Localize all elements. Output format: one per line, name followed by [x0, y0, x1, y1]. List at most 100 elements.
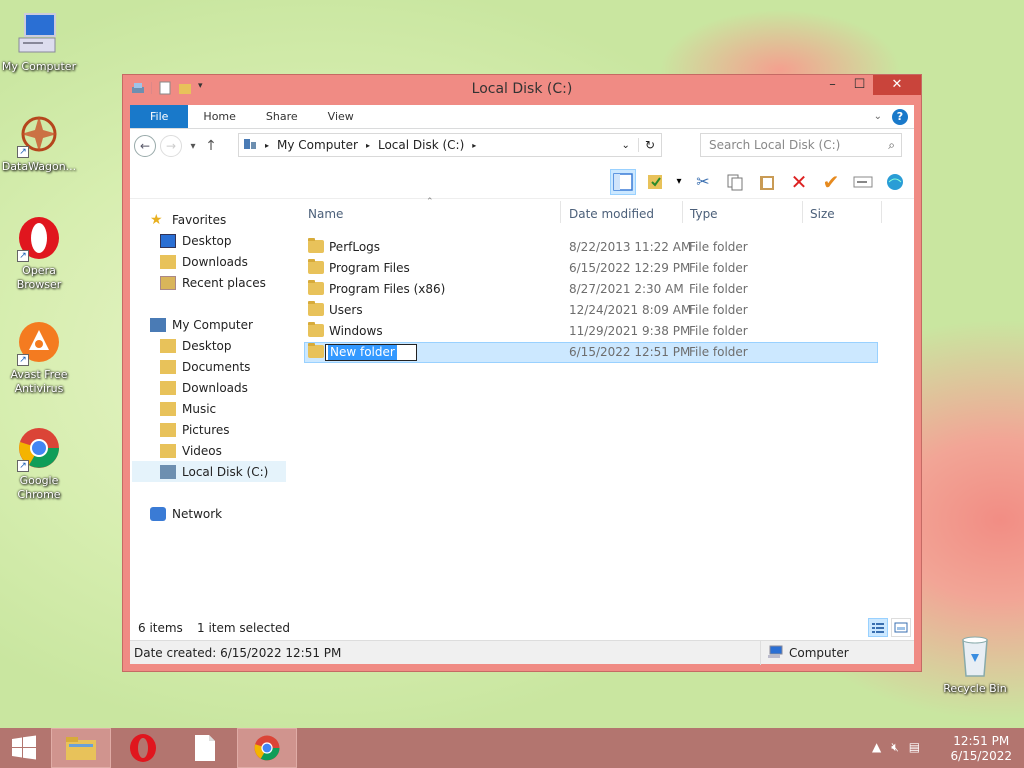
globe-icon[interactable] [882, 169, 908, 195]
nav-pc-desktop[interactable]: Desktop [160, 335, 232, 356]
tab-home[interactable]: Home [188, 105, 250, 128]
nav-pc-local-disk[interactable]: Local Disk (C:) [132, 461, 286, 482]
shortcut-arrow-icon: ↗ [17, 146, 29, 158]
column-header-date[interactable]: Date modified [569, 207, 654, 221]
properties-icon[interactable] [642, 169, 668, 195]
desktop-icon-my-computer[interactable]: My Computer [0, 10, 78, 74]
file-list: Name ⌃ Date modified Type Size PerfLogs … [304, 197, 914, 614]
close-button[interactable]: ✕ [873, 75, 921, 95]
nav-item-label: Pictures [182, 422, 230, 437]
column-divider[interactable] [560, 201, 561, 223]
window-title: Local Disk (C:) [471, 81, 573, 97]
table-row[interactable]: Program Files 6/15/2022 12:29 PM File fo… [304, 258, 878, 279]
desktop-icon-label: Recycle Bin [943, 682, 1007, 695]
rename-input[interactable]: New folder [325, 344, 417, 361]
back-button[interactable]: ← [134, 135, 156, 157]
address-bar[interactable]: ▸ My Computer ▸ Local Disk (C:) ▸ ⌄ ↻ [238, 133, 662, 157]
minimize-button[interactable]: – [819, 75, 846, 95]
table-row[interactable]: Windows 11/29/2021 9:38 PM File folder [304, 321, 878, 342]
cut-icon[interactable]: ✂ [690, 169, 716, 195]
start-button[interactable] [0, 728, 48, 768]
address-dropdown-icon[interactable]: ⌄ [622, 140, 630, 151]
search-placeholder: Search Local Disk (C:) [709, 138, 841, 152]
column-divider[interactable] [802, 201, 803, 223]
help-icon[interactable]: ? [892, 108, 908, 125]
nav-pc-downloads[interactable]: Downloads [160, 377, 248, 398]
details-view-button[interactable] [868, 618, 888, 637]
nav-favorites[interactable]: ★ Favorites [150, 209, 226, 230]
table-row-selected[interactable]: New folder 6/15/2022 12:51 PM File folde… [304, 342, 878, 363]
column-header-name[interactable]: Name [308, 207, 343, 221]
preview-pane-button[interactable] [610, 168, 636, 195]
tab-view[interactable]: View [313, 105, 369, 128]
chevron-down-icon[interactable]: ▾ [674, 169, 684, 195]
taskbar-file-explorer[interactable] [51, 728, 111, 768]
star-icon: ★ [150, 211, 163, 228]
recent-locations-icon[interactable]: ▾ [186, 141, 200, 152]
taskbar-notepad[interactable] [175, 728, 235, 768]
taskbar-opera[interactable] [113, 728, 173, 768]
table-row[interactable]: PerfLogs 8/22/2013 11:22 AM File folder [304, 237, 878, 258]
avast-icon: ↗ [15, 318, 63, 366]
expand-ribbon-icon[interactable]: ⌄ [874, 111, 882, 122]
search-icon[interactable]: ⌕ [888, 138, 895, 153]
file-date: 8/22/2013 11:22 AM [569, 240, 692, 254]
nav-pc-documents[interactable]: Documents [160, 356, 250, 377]
search-input[interactable]: Search Local Disk (C:) ⌕ [700, 133, 902, 157]
forward-button[interactable]: → [160, 135, 182, 157]
computer-icon [767, 645, 783, 662]
rename-field-icon[interactable] [850, 169, 876, 195]
taskbar-chrome[interactable] [237, 728, 297, 768]
maximize-button[interactable]: ☐ [846, 75, 873, 95]
zone-indicator: Computer [760, 641, 912, 665]
breadcrumb-separator[interactable]: ▸ [472, 141, 476, 150]
file-type: File folder [689, 345, 748, 359]
nav-network[interactable]: Network [150, 503, 222, 524]
large-icons-view-button[interactable] [891, 618, 911, 637]
explorer-window[interactable]: ▾ Local Disk (C:) – ☐ ✕ File Home Share … [122, 74, 922, 672]
volume-muted-icon[interactable]: 🔇︎ [891, 740, 899, 755]
column-divider[interactable] [881, 201, 882, 223]
breadcrumb-local-disk[interactable]: Local Disk (C:) [378, 138, 464, 152]
nav-pc-pictures[interactable]: Pictures [160, 419, 230, 440]
nav-pc-videos[interactable]: Videos [160, 440, 222, 461]
tab-share[interactable]: Share [251, 105, 313, 128]
desktop-icon-label: Avast Free Antivirus [10, 368, 68, 395]
title-bar[interactable]: ▾ Local Disk (C:) – ☐ ✕ [123, 75, 921, 105]
desktop-icon-chrome[interactable]: ↗ Google Chrome [0, 424, 78, 502]
copy-icon[interactable] [722, 169, 748, 195]
rename-check-icon[interactable]: ✔ [818, 169, 844, 195]
desktop-icon-datawagon[interactable]: ↗ DataWagon... [0, 110, 78, 174]
delete-icon[interactable]: ✕ [786, 169, 812, 195]
show-hidden-icons-icon[interactable]: ▲ [872, 740, 881, 755]
nav-fav-downloads[interactable]: Downloads [160, 251, 248, 272]
downloads-folder-icon [160, 254, 176, 269]
desktop-icon-opera[interactable]: ↗ Opera Browser [0, 214, 78, 292]
desktop-icon-label: DataWagon... [1, 160, 77, 173]
file-name: Users [329, 303, 363, 317]
nav-pc-music[interactable]: Music [160, 398, 216, 419]
pictures-folder-icon [160, 422, 176, 437]
breadcrumb-separator[interactable]: ▸ [366, 141, 370, 150]
table-row[interactable]: Program Files (x86) 8/27/2021 2:30 AM Fi… [304, 279, 878, 300]
breadcrumb-my-computer[interactable]: My Computer [277, 138, 358, 152]
network-icon[interactable]: ▤ [909, 740, 920, 755]
tab-file[interactable]: File [130, 105, 189, 128]
refresh-icon[interactable]: ↻ [637, 138, 661, 152]
item-count: 6 items [138, 621, 183, 635]
nav-my-computer-label: My Computer [172, 317, 253, 332]
nav-my-computer[interactable]: My Computer [150, 314, 253, 335]
up-button[interactable]: ↑ [204, 138, 218, 154]
paste-icon[interactable] [754, 169, 780, 195]
desktop-icon-recycle-bin[interactable]: Recycle Bin [936, 632, 1014, 696]
column-header-type[interactable]: Type [690, 207, 718, 221]
column-header-size[interactable]: Size [810, 207, 835, 221]
table-row[interactable]: Users 12/24/2021 8:09 AM File folder [304, 300, 878, 321]
nav-fav-recent[interactable]: Recent places [160, 272, 266, 293]
desktop-icon-avast[interactable]: ↗ Avast Free Antivirus [0, 318, 78, 396]
nav-fav-desktop[interactable]: Desktop [160, 230, 232, 251]
zone-label: Computer [789, 646, 849, 660]
breadcrumb-separator[interactable]: ▸ [265, 141, 269, 150]
clock[interactable]: 12:51 PM 6/15/2022 [950, 734, 1012, 764]
column-divider[interactable] [682, 201, 683, 223]
